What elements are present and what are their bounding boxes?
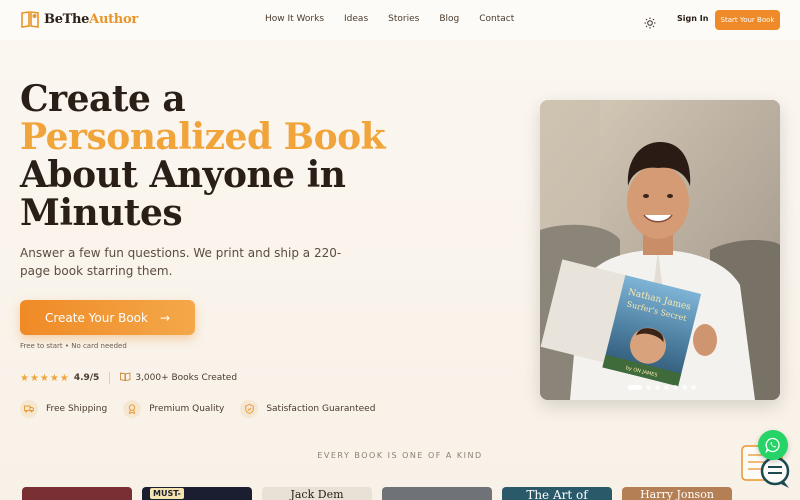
rating-value: 4.9/5	[73, 373, 100, 383]
book-thumbnail[interactable]: Jack Dem	[262, 487, 372, 500]
whatsapp-icon[interactable]	[758, 430, 788, 460]
feature-item: Premium Quality	[123, 400, 224, 418]
rating-row: ★★★★★ 4.9/5 3,000+ Books Created	[20, 372, 237, 384]
book-thumbnail[interactable]: MUST-	[142, 487, 252, 500]
nav-blog[interactable]: Blog	[439, 14, 459, 24]
book-thumbnail[interactable]: Harry Jonson	[622, 487, 732, 500]
headline-line-3: Minutes	[20, 192, 183, 234]
hero-headline: Create a Personalized Book About Anyone …	[20, 80, 410, 232]
sun-icon[interactable]	[644, 14, 656, 29]
feature-item: Free Shipping	[20, 400, 107, 418]
sign-in-link[interactable]: Sign In	[677, 14, 708, 23]
shield-check-icon	[240, 400, 259, 418]
person-reading-book-illustration: Nathan James Surfer's Secret by ON JAMES	[540, 100, 780, 400]
books-created-count: 3,000+ Books Created	[135, 373, 238, 383]
open-book-icon	[120, 372, 131, 384]
feature-item: Satisfaction Guaranteed	[240, 400, 375, 418]
carousel-dot[interactable]	[691, 385, 696, 390]
hero-subtext: Answer a few fun questions. We print and…	[20, 246, 342, 278]
star-rating-icon: ★★★★★	[20, 372, 70, 384]
headline-line-1: Create a	[20, 78, 186, 120]
truck-icon	[20, 400, 38, 418]
feature-label: Satisfaction Guaranteed	[266, 404, 376, 414]
divider	[109, 372, 111, 384]
carousel-dot[interactable]	[673, 385, 678, 390]
feature-label: Premium Quality	[149, 404, 225, 414]
nav-ideas[interactable]: Ideas	[344, 14, 368, 24]
feature-label: Free Shipping	[46, 404, 108, 414]
book-thumbnail[interactable]	[382, 487, 492, 500]
start-your-book-button[interactable]: Start Your Book	[715, 10, 780, 30]
hero-photo: Nathan James Surfer's Secret by ON JAMES	[540, 100, 780, 400]
nav-how-it-works[interactable]: How It Works	[265, 14, 324, 24]
nav-contact[interactable]: Contact	[479, 14, 514, 24]
headline-accent: Personalized Book	[20, 116, 386, 158]
nav-stories[interactable]: Stories	[388, 14, 419, 24]
book-logo-icon	[20, 9, 40, 29]
carousel-dot[interactable]	[682, 385, 687, 390]
logo[interactable]: BeTheAuthor	[20, 9, 138, 29]
headline-line-2: About Anyone in	[20, 154, 346, 196]
carousel-dot[interactable]	[655, 385, 660, 390]
section-kicker: EVERY BOOK IS ONE OF A KIND	[317, 451, 483, 460]
carousel-dots	[628, 385, 696, 390]
cta-note: Free to start • No card needed	[20, 342, 127, 350]
award-icon	[123, 400, 142, 418]
book-showcase-strip: MUST- Jack Dem The Art of Harry Jonson	[22, 487, 732, 500]
book-thumbnail[interactable]	[22, 487, 132, 500]
carousel-dot[interactable]	[628, 385, 642, 390]
top-nav: BeTheAuthor How It Works Ideas Stories B…	[0, 0, 800, 40]
carousel-dot[interactable]	[664, 385, 669, 390]
nav-links: How It Works Ideas Stories Blog Contact	[265, 14, 514, 24]
feature-list: Free Shipping Premium Quality Satisfacti…	[20, 400, 375, 418]
brand-name: BeTheAuthor	[44, 11, 138, 27]
carousel-dot[interactable]	[646, 385, 651, 390]
cta-label: Create Your Book	[44, 310, 148, 325]
book-thumbnail[interactable]: The Art of	[502, 487, 612, 500]
create-your-book-button[interactable]: Create Your Book →	[20, 300, 195, 335]
arrow-right-icon: →	[159, 310, 171, 325]
